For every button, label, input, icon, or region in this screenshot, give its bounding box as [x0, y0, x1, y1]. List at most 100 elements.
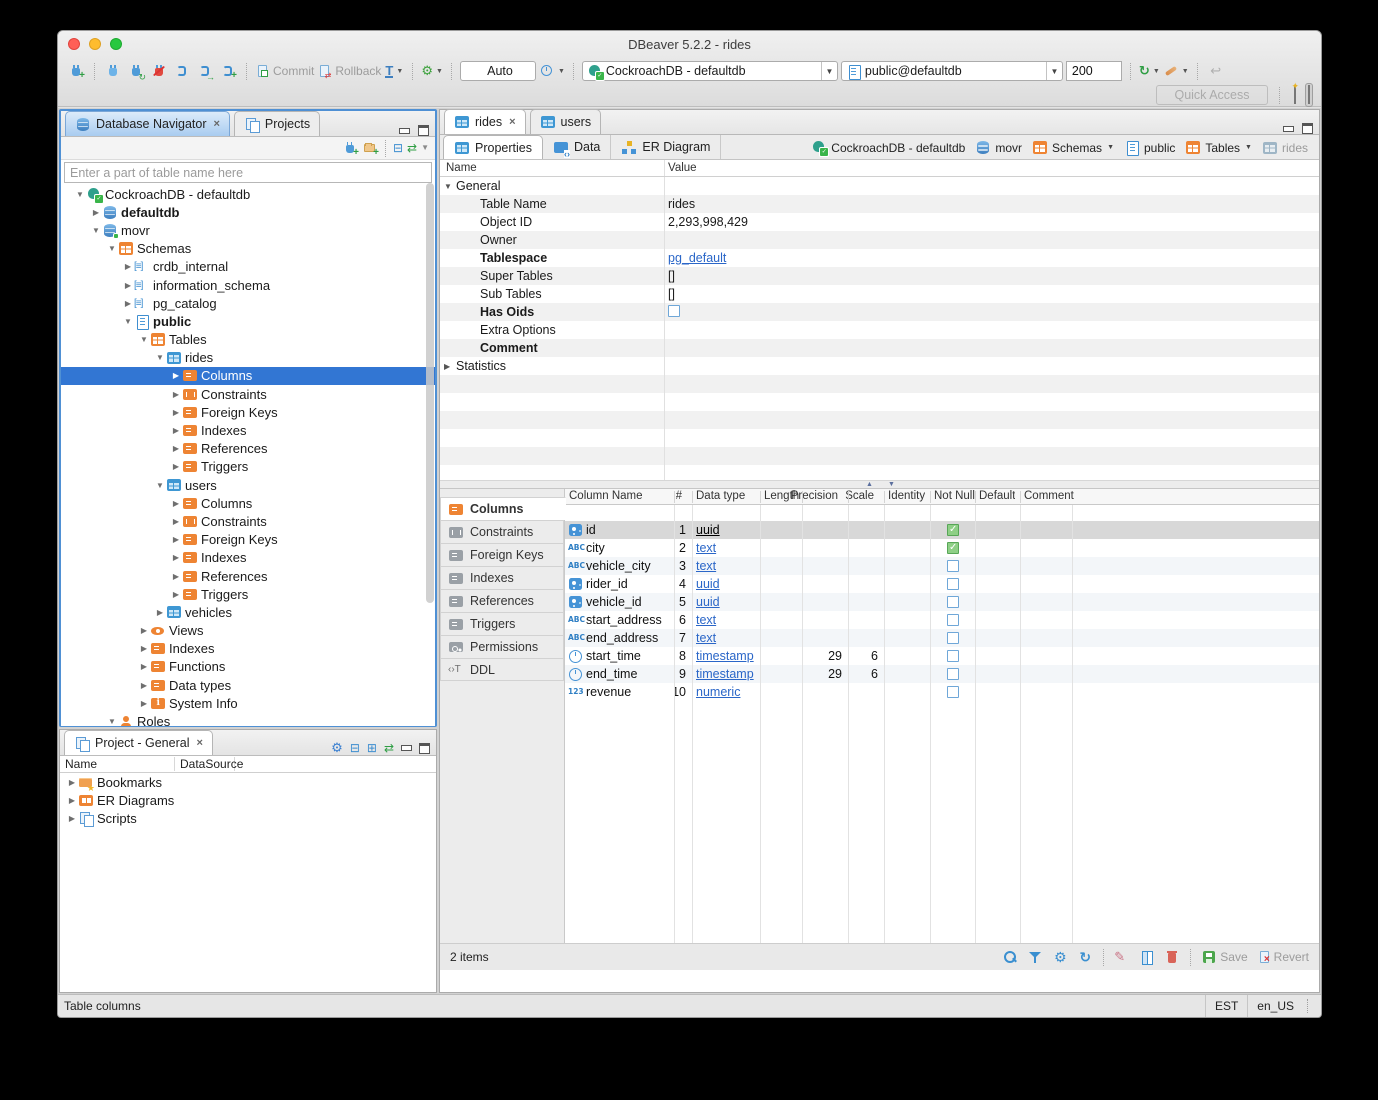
- tree-item-movr[interactable]: ▼movr: [61, 221, 435, 239]
- data-type-link[interactable]: timestamp: [696, 667, 754, 681]
- property-row-extra-options[interactable]: Extra Options: [440, 321, 1319, 339]
- tree-item-system-info[interactable]: ▶System Info: [61, 694, 435, 712]
- object-tab-permissions[interactable]: Permissions: [440, 635, 564, 658]
- tree-item-roles[interactable]: ▼Roles: [61, 712, 435, 726]
- tree-item-rides[interactable]: ▼rides: [61, 349, 435, 367]
- expand-arrow[interactable]: ▶: [170, 444, 182, 453]
- breadcrumb-item-schemas[interactable]: Schemas▼: [1029, 139, 1117, 156]
- disconnect-icon[interactable]: [149, 61, 169, 81]
- minimize-panel-icon[interactable]: [1283, 126, 1294, 132]
- tree-item-vehicles[interactable]: ▶vehicles: [61, 603, 435, 621]
- expand-arrow[interactable]: ▶: [122, 262, 134, 271]
- tree-item-functions[interactable]: ▶Functions: [61, 658, 435, 676]
- rollback-button[interactable]: Rollback: [317, 61, 381, 81]
- tree-item-references[interactable]: ▶References: [61, 440, 435, 458]
- data-type-link[interactable]: text: [696, 631, 716, 645]
- filter-icon[interactable]: [1027, 949, 1043, 965]
- expand-arrow[interactable]: ▼: [106, 244, 118, 253]
- not-null-checkbox[interactable]: [947, 686, 959, 698]
- column-row-start-time[interactable]: start_time8timestamp296: [565, 647, 1319, 665]
- expand-arrow[interactable]: ▶: [170, 426, 182, 435]
- grid-header-default[interactable]: Default: [979, 490, 1015, 502]
- minimize-panel-icon[interactable]: [399, 128, 410, 134]
- property-row-general[interactable]: ▼General: [440, 177, 1319, 195]
- not-null-checkbox[interactable]: [947, 578, 959, 590]
- tree-item-pg-catalog[interactable]: ▶pg_catalog: [61, 294, 435, 312]
- column-row-end-address[interactable]: end_address7text: [565, 629, 1319, 647]
- tab-database-navigator[interactable]: Database Navigator ×: [65, 111, 230, 136]
- tree-item-references[interactable]: ▶References: [61, 567, 435, 585]
- expand-arrow[interactable]: ▶: [170, 499, 182, 508]
- grid-header-column-name[interactable]: Column Name: [569, 490, 643, 502]
- maximize-panel-icon[interactable]: [419, 743, 430, 754]
- expand-arrow[interactable]: ▼: [74, 190, 86, 199]
- grid-header-data-type[interactable]: Data type: [696, 490, 745, 502]
- project-item-scripts[interactable]: ▶Scripts: [60, 809, 436, 827]
- tree-item-defaultdb[interactable]: ▶defaultdb: [61, 203, 435, 221]
- not-null-checkbox[interactable]: [947, 542, 959, 554]
- close-icon[interactable]: ×: [509, 116, 515, 128]
- search-icon[interactable]: [1002, 949, 1018, 965]
- expand-arrow[interactable]: ▶: [170, 390, 182, 399]
- object-tab-indexes[interactable]: Indexes: [440, 566, 564, 589]
- data-type-link[interactable]: text: [696, 559, 716, 573]
- property-row-has-oids[interactable]: Has Oids: [440, 303, 1319, 321]
- expand-arrow[interactable]: ▼: [106, 717, 118, 726]
- tree-item-tables[interactable]: ▼Tables: [61, 331, 435, 349]
- breadcrumb-item-cockroachdb-defaultdb[interactable]: CockroachDB - defaultdb: [808, 139, 968, 156]
- object-tab-constraints[interactable]: Constraints: [440, 520, 564, 543]
- tree-item-triggers[interactable]: ▶Triggers: [61, 458, 435, 476]
- grid-header-not-null[interactable]: Not Null: [934, 490, 975, 502]
- object-tab-columns[interactable]: Columns: [440, 497, 566, 520]
- grid-header-precision[interactable]: Precision: [791, 490, 838, 502]
- breadcrumb-item-public[interactable]: public: [1121, 139, 1178, 156]
- table-filter-input[interactable]: [65, 166, 431, 180]
- expand-arrow[interactable]: ▶: [444, 362, 450, 371]
- tree-item-crdb-internal[interactable]: ▶crdb_internal: [61, 258, 435, 276]
- property-row-super-tables[interactable]: Super Tables[]: [440, 267, 1319, 285]
- new-folder-icon[interactable]: +: [362, 140, 378, 156]
- open-sql-script-icon[interactable]: →: [195, 61, 215, 81]
- link-with-editor-icon[interactable]: ⇄: [384, 741, 394, 755]
- perspective-other-icon[interactable]: [1305, 83, 1313, 107]
- not-null-checkbox[interactable]: [947, 614, 959, 626]
- property-row-comment[interactable]: Comment: [440, 339, 1319, 357]
- sync-icon[interactable]: ↻▼: [1139, 61, 1160, 81]
- data-type-link[interactable]: timestamp: [696, 649, 754, 663]
- quick-access-field[interactable]: Quick Access: [1156, 85, 1268, 105]
- reconnect-icon[interactable]: ↻: [126, 61, 146, 81]
- column-header-name[interactable]: Name: [60, 757, 175, 771]
- collapse-all-icon[interactable]: ⊟: [393, 141, 403, 155]
- subtab-properties[interactable]: Properties: [443, 135, 543, 159]
- expand-arrow[interactable]: ▶: [66, 778, 78, 787]
- new-connection-icon[interactable]: +: [66, 61, 86, 81]
- fetch-size-input[interactable]: [1066, 61, 1122, 81]
- object-tab-ddl[interactable]: ‹›TDDL: [440, 658, 564, 681]
- grid-header-comment[interactable]: Comment: [1024, 490, 1074, 502]
- column-row-vehicle-city[interactable]: vehicle_city3text: [565, 557, 1319, 575]
- subtab-data[interactable]: Data: [543, 135, 611, 159]
- close-icon[interactable]: ×: [196, 737, 202, 749]
- tree-item-constraints[interactable]: ▶Constraints: [61, 512, 435, 530]
- column-header-datasource[interactable]: DataSource: [175, 757, 235, 771]
- expand-arrow[interactable]: ▼: [90, 226, 102, 235]
- property-value[interactable]: pg_default: [668, 251, 726, 265]
- expand-arrow[interactable]: ▶: [170, 408, 182, 417]
- compare-icon[interactable]: ↻: [1077, 949, 1093, 965]
- titlebar[interactable]: DBeaver 5.2.2 - rides: [58, 31, 1321, 58]
- object-tab-references[interactable]: References: [440, 589, 564, 612]
- not-null-checkbox[interactable]: [947, 524, 959, 536]
- breadcrumb-item-rides[interactable]: rides: [1259, 139, 1311, 156]
- column-row-vehicle-id[interactable]: vehicle_id5uuid: [565, 593, 1319, 611]
- tab-project-general[interactable]: Project - General ×: [64, 730, 213, 755]
- tree-item-columns[interactable]: ▶Columns: [61, 367, 435, 385]
- view-menu-icon[interactable]: ▼: [421, 141, 429, 155]
- column-row-end-time[interactable]: end_time9timestamp296: [565, 665, 1319, 683]
- undo-icon[interactable]: ↩: [1206, 61, 1226, 81]
- expand-arrow[interactable]: ▶: [170, 553, 182, 562]
- connect-icon[interactable]: [103, 61, 123, 81]
- tree-item-cockroachdb-defaultdb[interactable]: ▼CockroachDB - defaultdb: [61, 185, 435, 203]
- grid-header-identity[interactable]: Identity: [888, 490, 925, 502]
- edit-icon[interactable]: ✎: [1114, 949, 1130, 965]
- collapse-all-icon[interactable]: ⊟: [350, 741, 360, 755]
